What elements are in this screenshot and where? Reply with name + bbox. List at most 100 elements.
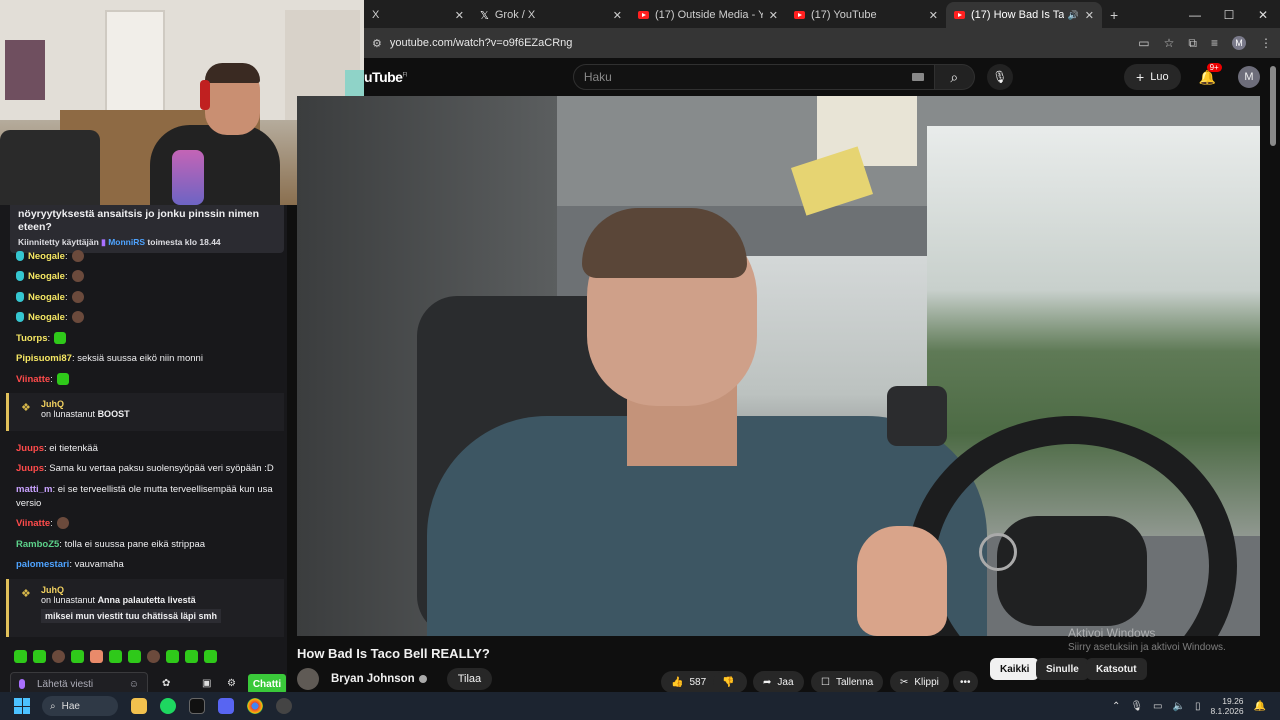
battery-icon[interactable]: ▯ (1195, 701, 1201, 712)
thumbs-down-icon: 👎 (722, 676, 735, 688)
taskbar-clock[interactable]: 19.26 8.1.2026 (1210, 696, 1243, 716)
notification-center-icon[interactable]: 🔔 (1254, 701, 1266, 712)
chat-username[interactable]: matti_m (16, 484, 52, 495)
emote-icon[interactable] (33, 650, 46, 663)
emote-icon[interactable] (109, 650, 122, 663)
tab-close-icon[interactable]: ✕ (1085, 9, 1094, 22)
maximize-button[interactable]: ☐ (1212, 8, 1246, 22)
search-input[interactable]: Haku (572, 64, 935, 90)
keyboard-icon[interactable] (911, 73, 924, 81)
media-control-icon[interactable]: ≡ (1211, 36, 1218, 50)
x-app-icon[interactable] (189, 698, 205, 714)
emote-icon[interactable] (147, 650, 160, 663)
chat-text: ei tietenkää (49, 443, 98, 454)
voice-search-button[interactable]: 🎙 (986, 64, 1013, 90)
save-button[interactable]: ☐ Tallenna (811, 671, 884, 693)
bookmark-star-icon[interactable]: ☆ (1164, 36, 1175, 50)
more-actions-button[interactable]: ••• (953, 671, 978, 693)
emote-icon[interactable] (166, 650, 179, 663)
chat-send-button[interactable]: Chatti (248, 674, 286, 694)
chat-username[interactable]: Neogale (28, 271, 65, 282)
emote-icon[interactable] (204, 650, 217, 663)
account-avatar[interactable]: M (1238, 66, 1260, 88)
file-explorer-icon[interactable] (131, 698, 147, 714)
obs-icon[interactable] (276, 698, 292, 714)
profile-avatar[interactable]: M (1232, 36, 1246, 50)
close-window-button[interactable]: ✕ (1246, 8, 1280, 22)
chat-message: Viinatte: (16, 373, 278, 387)
chat-username[interactable]: Neogale (28, 292, 65, 303)
tab-taco-bell-video[interactable]: (17) How Bad Is Taco Bell R 🔊 ✕ (946, 2, 1102, 28)
share-button[interactable]: ➦ Jaa (753, 671, 804, 693)
chat-username[interactable]: Juups (16, 463, 44, 474)
emote-icon[interactable] (185, 650, 198, 663)
event-username[interactable]: JuhQ (41, 585, 284, 595)
tab-outside-media[interactable]: (17) Outside Media - YouTube ✕ (630, 2, 786, 28)
tab-x[interactable]: X ✕ (364, 2, 472, 28)
site-info-icon[interactable]: ⚙ (372, 37, 382, 50)
emote-icon[interactable] (52, 650, 65, 663)
youtube-logo[interactable]: uTubeFI (364, 69, 407, 85)
chip-all[interactable]: Kaikki (990, 658, 1040, 680)
emote-icon[interactable] (90, 650, 103, 663)
windows-activation-watermark: Aktivoi Windows Siirry asetuksiin ja akt… (1068, 626, 1226, 653)
chat-username[interactable]: Viinatte (16, 518, 50, 529)
chip-watched[interactable]: Katsotut (1086, 658, 1147, 680)
channel-name[interactable]: Bryan Johnson (331, 673, 415, 685)
emote-picker-icon[interactable]: ☺ (129, 679, 139, 690)
clip-button[interactable]: ✂ Klippi (890, 671, 949, 693)
windows-start-button[interactable] (14, 698, 30, 714)
chat-username[interactable]: Viinatte (16, 374, 50, 385)
taskbar-search[interactable]: ⌕ Hae (42, 696, 118, 716)
search-button[interactable]: ⌕ (934, 64, 975, 90)
tab-close-icon[interactable]: ✕ (929, 9, 938, 22)
emote-icon[interactable] (14, 650, 27, 663)
chevron-up-icon[interactable]: ⌃ (1112, 701, 1120, 712)
clock-time: 19.26 (1222, 696, 1244, 706)
emote-icon[interactable] (128, 650, 141, 663)
browser-menu-icon[interactable]: ⋮ (1260, 36, 1272, 50)
gift-icon[interactable]: ▣ (202, 678, 212, 689)
chat-username[interactable]: Pipisuomi87 (16, 353, 72, 364)
chip-for-you[interactable]: Sinulle (1036, 658, 1089, 680)
pinned-by-user[interactable]: MonniRS (108, 237, 145, 247)
microphone-icon[interactable]: 🎙 (1130, 701, 1143, 712)
page-scrollbar[interactable] (1270, 66, 1276, 146)
speaker-icon[interactable]: 🔊 (1068, 10, 1079, 21)
chrome-icon[interactable] (247, 698, 263, 714)
spotify-icon[interactable] (160, 698, 176, 714)
emote-icon (71, 311, 84, 324)
tab-youtube[interactable]: (17) YouTube ✕ (786, 2, 946, 28)
bits-icon[interactable] (19, 679, 25, 689)
points-icon[interactable]: ✿ (162, 678, 172, 689)
cast-icon[interactable]: ▭ (1138, 36, 1149, 50)
subscribe-button[interactable]: Tilaa (446, 668, 493, 690)
dislike-button[interactable]: 👎 (713, 671, 747, 693)
channel-avatar[interactable] (297, 668, 319, 690)
tab-close-icon[interactable]: ✕ (769, 9, 778, 22)
create-button[interactable]: + Luo (1124, 64, 1181, 90)
extensions-icon[interactable]: ⧉ (1188, 36, 1197, 51)
volume-icon[interactable]: 🔈 (1172, 701, 1184, 712)
notifications-button[interactable]: 🔔 9+ (1199, 62, 1222, 86)
tab-close-icon[interactable]: ✕ (613, 9, 622, 22)
video-player[interactable] (297, 96, 1260, 636)
tab-close-icon[interactable]: ✕ (455, 9, 464, 22)
settings-gear-icon[interactable]: ⚙ (227, 678, 237, 689)
tab-grok[interactable]: 𝕏 Grok / X ✕ (472, 2, 630, 28)
chat-username[interactable]: Juups (16, 443, 44, 454)
new-tab-button[interactable]: + (1102, 2, 1132, 28)
chat-username[interactable]: Neogale (28, 312, 65, 323)
chat-username[interactable]: Neogale (28, 251, 65, 262)
emote-icon[interactable] (71, 650, 84, 663)
chat-username[interactable]: RamboZ5 (16, 539, 59, 550)
chat-username[interactable]: Tuorps (16, 333, 48, 344)
windows-taskbar: ⌕ Hae ⌃ 🎙 ▭ 🔈 ▯ 19.26 8.1.2026 🔔 (0, 692, 1280, 720)
discord-icon[interactable] (218, 698, 234, 714)
minimize-button[interactable]: — (1178, 8, 1212, 22)
network-icon[interactable]: ▭ (1153, 701, 1162, 712)
chat-username[interactable]: palomestari (16, 559, 69, 570)
event-username[interactable]: JuhQ (41, 399, 284, 409)
url-field[interactable]: youtube.com/watch?v=o9f6EZaCRng (390, 37, 573, 49)
save-label: Tallenna (835, 676, 874, 688)
